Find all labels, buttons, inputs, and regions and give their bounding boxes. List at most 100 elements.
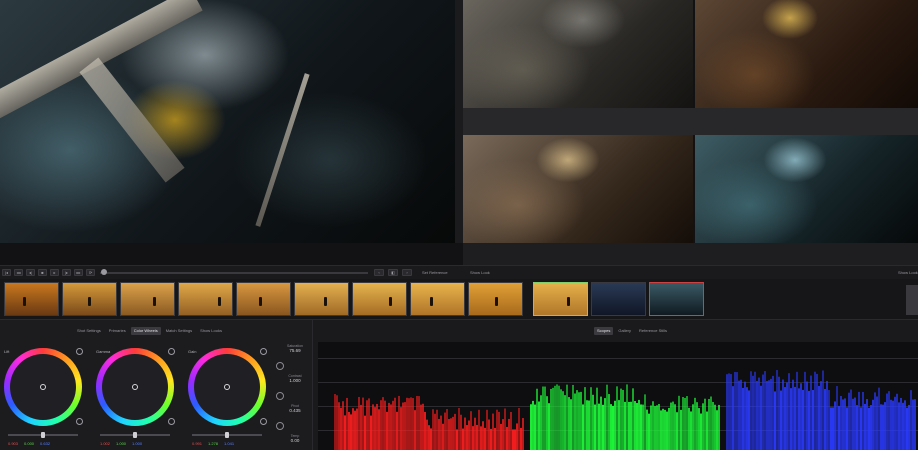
scope-tab-scopes[interactable]: Scopes xyxy=(594,327,614,335)
clip-thumbnail[interactable] xyxy=(178,282,233,316)
lift-slider-knob[interactable] xyxy=(41,432,45,438)
waveform-column xyxy=(760,385,762,450)
gain-reset-icon[interactable] xyxy=(260,348,267,355)
reference-still-3[interactable] xyxy=(463,135,693,243)
clip-thumbnail[interactable] xyxy=(62,282,117,316)
waveform-column xyxy=(626,384,628,450)
reference-still-1[interactable] xyxy=(463,0,693,108)
waveform-column xyxy=(376,403,378,450)
waveform-column xyxy=(378,409,380,450)
previous-clip-button[interactable]: ◂◂ xyxy=(14,269,23,276)
pivot-value[interactable]: 0.435 xyxy=(282,408,308,413)
lift-wheel-puck[interactable] xyxy=(40,384,46,390)
temp-value[interactable]: 0.00 xyxy=(282,438,308,443)
waveform-column xyxy=(646,409,648,450)
contrast-knob[interactable] xyxy=(276,392,284,400)
play-button[interactable]: ▸ xyxy=(50,269,59,276)
reference-still-4[interactable] xyxy=(695,135,918,243)
set-reference-button[interactable]: Set Reference xyxy=(422,270,448,275)
waveform-column xyxy=(718,404,720,450)
clip-thumbnail[interactable] xyxy=(410,282,465,316)
waveform-column xyxy=(444,412,446,450)
clip-thumbnail[interactable] xyxy=(236,282,291,316)
step-back-button[interactable]: ◂| xyxy=(26,269,35,276)
prev-still-button[interactable]: ‹ xyxy=(374,269,384,276)
waveform-column xyxy=(464,417,466,450)
waveform-column xyxy=(834,401,836,450)
lift-reset-icon[interactable] xyxy=(76,348,83,355)
saturation-value[interactable]: 75.69 xyxy=(282,348,308,353)
silhouette-figure xyxy=(389,297,392,306)
next-still-button[interactable]: › xyxy=(402,269,412,276)
waveform-column xyxy=(618,400,620,450)
pivot-param[interactable]: Pivot 0.435 xyxy=(282,404,308,413)
gamma-red-value: 1.002 xyxy=(100,441,111,446)
waveform-column xyxy=(744,381,746,450)
color-tab-shot-settings[interactable]: Shot Settings xyxy=(74,327,104,335)
temp-param[interactable]: Temp 0.00 xyxy=(282,434,308,443)
saturation-knob[interactable] xyxy=(276,362,284,370)
lift-picker-icon[interactable] xyxy=(76,418,83,425)
color-tab-show-looks[interactable]: Show Looks xyxy=(197,327,225,335)
waveform-column xyxy=(450,418,452,450)
color-tab-color-wheels[interactable]: Color Wheels xyxy=(130,327,161,335)
contrast-value[interactable]: 1.000 xyxy=(282,378,308,383)
silhouette-figure xyxy=(23,297,26,306)
waveform-column xyxy=(560,389,562,450)
grab-still-button[interactable]: ◧ xyxy=(388,269,398,276)
waveform-column xyxy=(878,387,880,450)
waveform-column xyxy=(402,402,404,450)
color-tab-match-settings[interactable]: Match Settings xyxy=(163,327,195,335)
gain-slider-knob[interactable] xyxy=(225,432,229,438)
waveform-column xyxy=(726,374,728,450)
stop-button[interactable]: ■ xyxy=(38,269,47,276)
timeline-scrubber[interactable] xyxy=(100,272,368,274)
saturation-param[interactable]: Saturation 75.69 xyxy=(282,344,308,353)
clip-thumbnail[interactable] xyxy=(294,282,349,316)
contrast-param[interactable]: Contrast 1.000 xyxy=(282,374,308,383)
waveform-column xyxy=(714,404,716,450)
viewer-divider[interactable] xyxy=(455,0,463,243)
waveform-column xyxy=(356,408,358,450)
waveform-column xyxy=(862,391,864,450)
strip-scroll-handle[interactable] xyxy=(906,285,918,315)
show-look-right-label[interactable]: Show Look xyxy=(898,270,918,275)
scope-tab-reference-stills[interactable]: Reference Stills xyxy=(636,327,670,335)
playhead[interactable] xyxy=(101,269,107,275)
show-look-left-label[interactable]: Show Look xyxy=(470,270,490,275)
waveform-column xyxy=(866,399,868,450)
clip-thumbnail[interactable] xyxy=(649,282,704,316)
waveform-column xyxy=(882,404,884,450)
waveform-column xyxy=(686,396,688,450)
waveform-column xyxy=(906,407,908,450)
next-clip-button[interactable]: ▸▸ xyxy=(74,269,83,276)
gain-wheel-puck[interactable] xyxy=(224,384,230,390)
waveform-column xyxy=(558,385,560,450)
waveform-column xyxy=(902,402,904,450)
gamma-picker-icon[interactable] xyxy=(168,418,175,425)
gamma-slider-knob[interactable] xyxy=(133,432,137,438)
pivot-knob[interactable] xyxy=(276,422,284,430)
waveform-column xyxy=(620,388,622,450)
clip-thumbnail[interactable] xyxy=(352,282,407,316)
waveform-column xyxy=(876,396,878,450)
silhouette-figure xyxy=(153,297,156,306)
main-viewer[interactable] xyxy=(0,0,455,243)
lift-green-value: 0.000 xyxy=(24,441,35,446)
gamma-wheel-puck[interactable] xyxy=(132,384,138,390)
waveform-column xyxy=(480,426,482,450)
clip-thumbnail[interactable] xyxy=(591,282,646,316)
scope-tab-gallery[interactable]: Gallery xyxy=(615,327,634,335)
clip-thumbnail[interactable] xyxy=(4,282,59,316)
clip-thumbnail[interactable] xyxy=(533,282,588,316)
color-tab-primaries[interactable]: Primaries xyxy=(106,327,129,335)
rgb-parade-waveform xyxy=(318,342,918,450)
loop-button[interactable]: ⟳ xyxy=(86,269,95,276)
reference-still-2[interactable] xyxy=(695,0,918,108)
step-forward-button[interactable]: |▸ xyxy=(62,269,71,276)
first-frame-button[interactable]: |◂ xyxy=(2,269,11,276)
clip-thumbnail[interactable] xyxy=(468,282,523,316)
gain-picker-icon[interactable] xyxy=(260,418,267,425)
gamma-reset-icon[interactable] xyxy=(168,348,175,355)
clip-thumbnail[interactable] xyxy=(120,282,175,316)
